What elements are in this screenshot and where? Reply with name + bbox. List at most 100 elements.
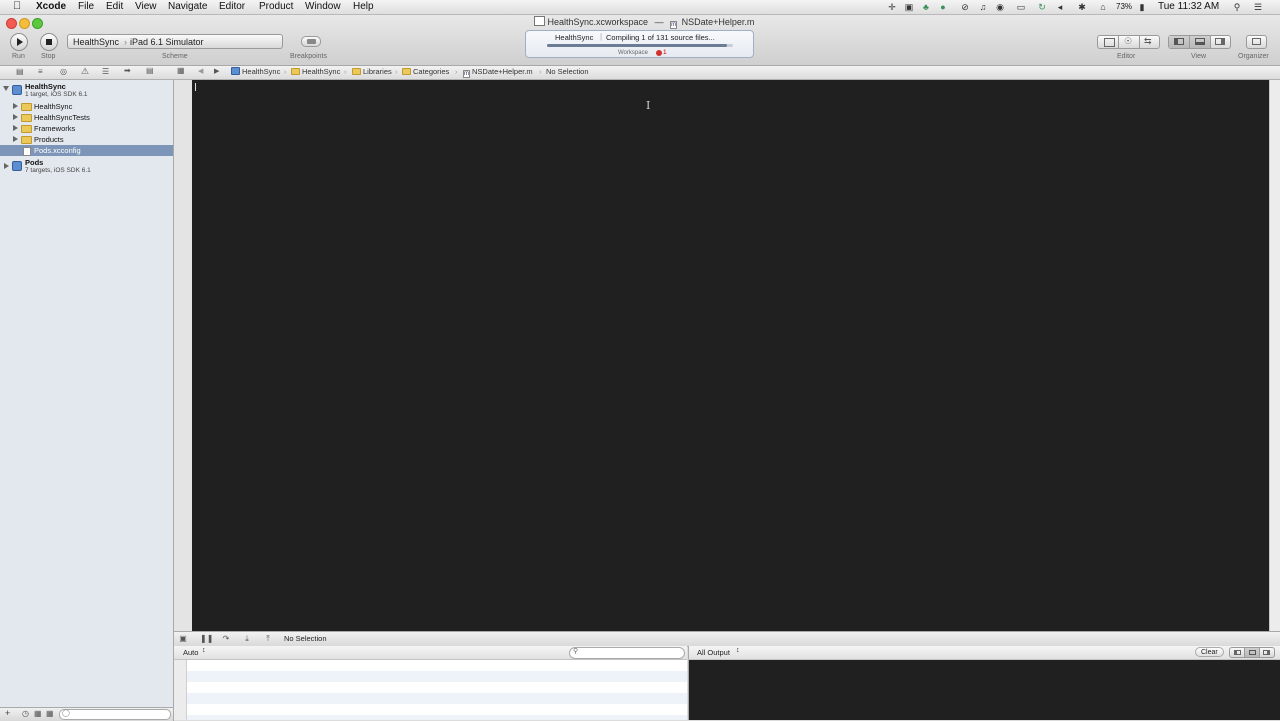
volume-icon[interactable]: ◂ <box>1055 2 1065 12</box>
disclosure-triangle-icon[interactable] <box>13 136 18 142</box>
show-both-button[interactable] <box>1245 648 1260 657</box>
toggle-debug-area-button[interactable] <box>1190 36 1211 48</box>
console-output[interactable] <box>688 660 1280 720</box>
scanner-icon[interactable]: ▣ <box>904 2 914 12</box>
scheme-popup[interactable]: HealthSync › iPad 6.1 Simulator <box>67 34 283 49</box>
crumb-categories[interactable]: Categories <box>402 67 449 76</box>
project-navigator-tab[interactable]: ▤ <box>16 67 24 76</box>
group-row-healthsynctests[interactable]: HealthSyncTests <box>0 112 173 123</box>
step-over-icon[interactable]: ↷ <box>221 634 231 643</box>
crumb-group[interactable]: HealthSync <box>291 67 340 76</box>
error-icon[interactable] <box>656 50 662 56</box>
time-machine-icon[interactable]: ↻ <box>1037 2 1047 12</box>
version-editor-button[interactable]: ⇆ <box>1140 36 1159 48</box>
forward-arrow-icon[interactable]: ▶ <box>214 67 219 75</box>
crumb-separator-icon: › <box>284 67 287 76</box>
battery-icon[interactable]: ▮ <box>1135 2 1149 12</box>
source-editor[interactable]: I <box>192 80 1269 631</box>
clear-console-button[interactable]: Clear <box>1195 647 1224 657</box>
disclosure-triangle-icon[interactable] <box>13 103 18 109</box>
toggle-utilities-button[interactable] <box>1211 36 1230 48</box>
close-window-button[interactable] <box>6 18 17 29</box>
crumb-file[interactable]: m NSDate+Helper.m <box>463 67 533 78</box>
disclosure-triangle-icon[interactable] <box>13 125 18 131</box>
hide-debug-area-icon[interactable]: ▣ <box>178 634 188 643</box>
unsaved-files-icon[interactable]: ▦ <box>34 709 42 718</box>
chat-icon[interactable]: ● <box>938 2 948 12</box>
scheme-target[interactable]: HealthSync <box>73 37 119 47</box>
audio-icon[interactable]: ♫ <box>978 2 988 12</box>
zoom-window-button[interactable] <box>32 18 43 29</box>
step-into-icon[interactable]: ⤓ <box>242 634 252 643</box>
menu-navigate[interactable]: Navigate <box>168 1 207 12</box>
variables-scope-popup[interactable]: Auto <box>183 648 198 657</box>
output-scope-popup[interactable]: All Output <box>697 648 730 657</box>
search-navigator-tab[interactable]: ◎ <box>60 67 67 76</box>
disclosure-triangle-icon[interactable] <box>4 163 9 169</box>
do-not-disturb-icon[interactable]: ⊘ <box>960 2 970 12</box>
disclosure-triangle-icon[interactable] <box>3 86 9 91</box>
scm-status-icon[interactable]: ▦ <box>46 709 54 718</box>
pods-project-row[interactable]: Pods 7 targets, iOS SDK 6.1 <box>0 158 173 176</box>
breakpoints-toggle[interactable] <box>301 36 321 47</box>
activity-viewer[interactable]: HealthSync | Compiling 1 of 131 source f… <box>525 30 754 58</box>
view-control[interactable] <box>1168 35 1231 49</box>
add-icon[interactable]: + <box>5 708 10 718</box>
record-icon[interactable]: ◉ <box>995 2 1005 12</box>
editor-mode-control[interactable]: ☉ ⇆ <box>1097 35 1160 49</box>
wifi-icon[interactable]: ⌂ <box>1096 2 1110 12</box>
show-console-button[interactable] <box>1260 648 1274 657</box>
disclosure-triangle-icon[interactable] <box>13 114 18 120</box>
error-count[interactable]: 1 <box>663 49 667 56</box>
minimize-window-button[interactable] <box>19 18 30 29</box>
stop-button[interactable] <box>40 33 58 51</box>
scheme-destination[interactable]: iPad 6.1 Simulator <box>130 37 204 47</box>
menu-help[interactable]: Help <box>353 1 374 12</box>
back-arrow-icon[interactable]: ◀ <box>198 67 203 75</box>
project-row[interactable]: HealthSync 1 target, iOS SDK 6.1 <box>0 82 173 100</box>
evernote-icon[interactable]: ♣ <box>921 2 931 12</box>
group-row-healthsync[interactable]: HealthSync <box>0 101 173 112</box>
variables-view[interactable] <box>174 660 687 720</box>
debug-navigator-tab[interactable]: ☰ <box>102 67 109 76</box>
show-variables-button[interactable] <box>1230 648 1245 657</box>
menu-edit[interactable]: Edit <box>106 1 123 12</box>
menu-app-xcode[interactable]: Xcode <box>36 1 66 12</box>
pause-icon[interactable]: ❚❚ <box>200 634 213 643</box>
navigator-filter-field[interactable]: ◯ <box>59 709 171 720</box>
notification-center-icon[interactable]: ☰ <box>1253 2 1263 12</box>
menu-editor[interactable]: Editor <box>219 1 245 12</box>
apple-icon[interactable]:  <box>13 0 21 12</box>
spotlight-icon[interactable]: ⚲ <box>1232 2 1242 12</box>
menu-window[interactable]: Window <box>305 1 341 12</box>
crumb-selection[interactable]: No Selection <box>546 67 589 76</box>
debug-layout-control[interactable] <box>1229 647 1275 658</box>
menu-file[interactable]: File <box>78 1 94 12</box>
menu-view[interactable]: View <box>135 1 157 12</box>
group-row-frameworks[interactable]: Frameworks <box>0 123 173 134</box>
log-navigator-tab[interactable]: ▤ <box>146 66 154 75</box>
file-row-selected[interactable]: Pods.xcconfig <box>0 145 173 156</box>
crumb-project[interactable]: HealthSync <box>231 67 280 76</box>
menu-product[interactable]: Product <box>259 1 293 12</box>
variables-search-field[interactable]: ⚲ <box>569 647 685 659</box>
organizer-button[interactable] <box>1246 35 1267 49</box>
bluetooth-icon[interactable]: ✱ <box>1077 2 1087 12</box>
related-files-icon[interactable]: ▦ <box>177 66 185 75</box>
issue-navigator-tab[interactable]: ⚠ <box>81 66 89 77</box>
clock[interactable]: Tue 11:32 AM <box>1158 1 1219 12</box>
recent-files-icon[interactable]: ◷ <box>22 709 29 718</box>
editor-scrollbar[interactable] <box>1269 80 1280 631</box>
symbol-navigator-tab[interactable]: ≡ <box>38 67 43 76</box>
step-out-icon[interactable]: ⤒ <box>263 634 273 643</box>
breakpoint-navigator-tab[interactable]: ➡ <box>124 66 131 75</box>
toggle-navigator-button[interactable] <box>1169 36 1190 48</box>
dropbox-icon[interactable]: ✛ <box>887 2 897 12</box>
airplay-icon[interactable]: ▭ <box>1016 2 1026 12</box>
crumb-libraries[interactable]: Libraries <box>352 67 392 76</box>
group-row-products[interactable]: Products <box>0 134 173 145</box>
debug-selection[interactable]: No Selection <box>284 634 327 643</box>
assistant-editor-button[interactable]: ☉ <box>1119 36 1140 48</box>
standard-editor-button[interactable] <box>1098 36 1119 48</box>
run-button[interactable] <box>10 33 28 51</box>
